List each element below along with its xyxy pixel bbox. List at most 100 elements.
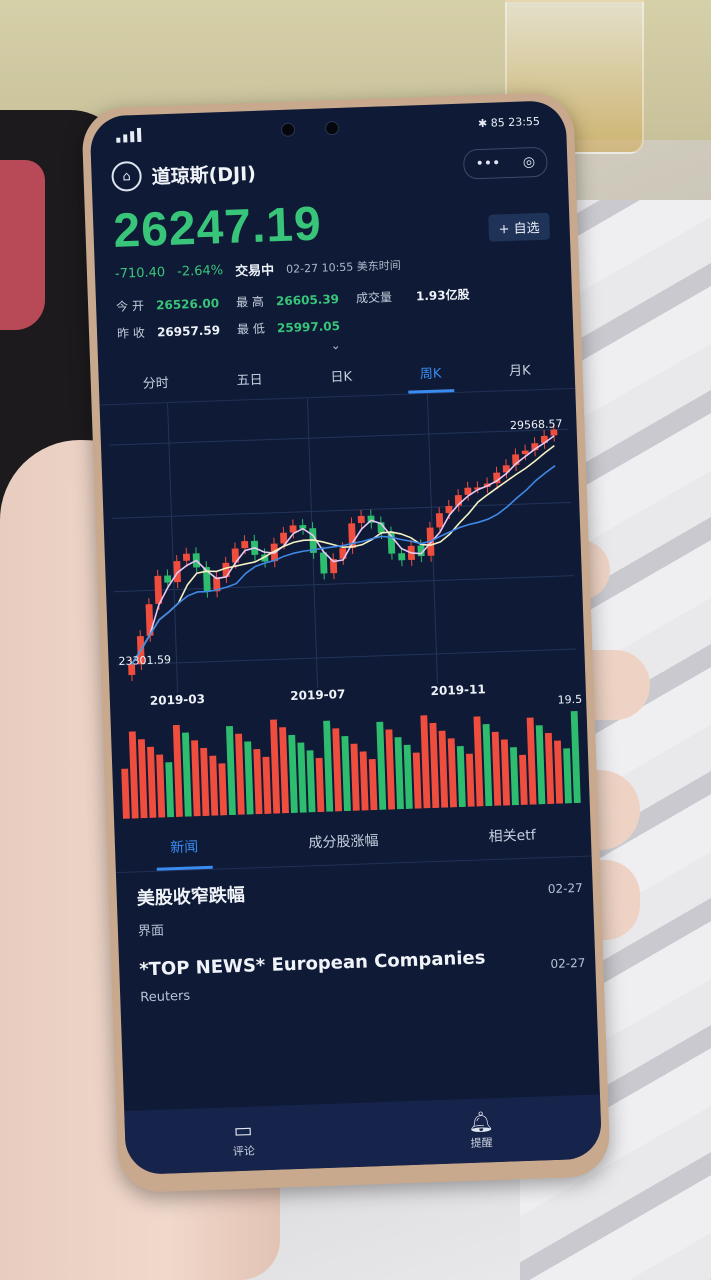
volume-svg xyxy=(121,710,581,819)
grid-line xyxy=(167,403,179,693)
open-label: 今 开 xyxy=(115,298,145,314)
volume-bar xyxy=(491,731,502,806)
prev-close-label: 昨 收 xyxy=(116,325,146,341)
volume-bar xyxy=(235,733,245,815)
volume-value: 1.93亿股 xyxy=(415,287,470,304)
chart-max-label: 29568.57 xyxy=(509,417,563,433)
volume-bar xyxy=(270,719,281,814)
candle xyxy=(435,513,444,528)
candlestick-chart[interactable]: 29568.57 23301.59 xyxy=(100,389,586,695)
volume-bar xyxy=(156,754,166,818)
volume-bar xyxy=(332,728,343,812)
volume-bar xyxy=(165,762,175,818)
candle xyxy=(241,541,249,549)
volume-bar xyxy=(121,768,130,819)
volume-bar xyxy=(341,735,351,812)
candle xyxy=(182,553,191,561)
bluetooth-icon: ✱ xyxy=(477,116,488,130)
volume-bar xyxy=(172,724,183,818)
volume-bar xyxy=(244,741,254,815)
candle xyxy=(164,575,172,583)
more-icon[interactable]: ••• xyxy=(475,155,500,172)
volume-bar xyxy=(128,731,139,819)
close-icon[interactable]: ◎ xyxy=(523,154,536,170)
volume-bar xyxy=(447,738,457,808)
price-change: -710.40 xyxy=(114,265,166,282)
volume-bar xyxy=(181,732,192,817)
tab-weekly-k[interactable]: 周K xyxy=(407,354,454,394)
comment-label: 评论 xyxy=(232,1143,256,1158)
volume-bar xyxy=(368,759,378,811)
page-title: 道琼斯(DJI) xyxy=(151,162,257,188)
status-right: ✱ 85 23:55 xyxy=(478,114,540,129)
volume-bar xyxy=(420,715,431,809)
volume-bar xyxy=(226,725,236,816)
volume-bar xyxy=(385,729,396,810)
volume-bar xyxy=(323,720,334,812)
signal-icon xyxy=(116,127,142,143)
phone-screen: ✱ 85 23:55 ⌂ 道琼斯(DJI) ••• ◎ 26247.19 + 自… xyxy=(89,100,603,1175)
volume-bar xyxy=(137,739,148,819)
quote-timestamp: 02-27 10:55 美东时间 xyxy=(285,258,401,276)
tab-etf[interactable]: 相关etf xyxy=(474,818,550,860)
volume-bar xyxy=(279,727,289,814)
volume-bar xyxy=(429,722,440,809)
volume-bar xyxy=(554,740,564,804)
news-date: 02-27 xyxy=(547,880,583,897)
add-watchlist-button[interactable]: + 自选 xyxy=(488,212,551,242)
tab-news[interactable]: 新闻 xyxy=(155,829,213,871)
chart-min-label: 23301.59 xyxy=(118,653,172,668)
volume-bar xyxy=(200,747,210,817)
volume-bar xyxy=(376,721,387,810)
remind-button[interactable]: 🔔︎ 提醒 xyxy=(468,1109,495,1151)
volume-bar xyxy=(563,748,572,804)
high-label: 最 高 xyxy=(235,294,265,310)
volume-bar xyxy=(403,744,413,810)
volume-bar xyxy=(191,740,201,817)
status-time: 23:55 xyxy=(507,114,541,129)
comment-icon: ▭ xyxy=(233,1117,253,1142)
volume-bar xyxy=(306,750,316,813)
tab-monthly-k[interactable]: 月K xyxy=(497,351,544,391)
home-icon[interactable]: ⌂ xyxy=(111,160,143,192)
volume-bar xyxy=(456,745,466,808)
volume-bar xyxy=(350,743,360,811)
low-label: 最 低 xyxy=(236,321,266,337)
volume-bar xyxy=(500,739,511,806)
camera-cutout xyxy=(280,120,339,137)
open-value: 26526.00 xyxy=(155,295,220,312)
tab-intraday[interactable]: 分时 xyxy=(130,364,181,404)
volume-bar xyxy=(482,724,493,807)
candle xyxy=(521,450,529,455)
volume-bar xyxy=(262,756,272,814)
volume-bar xyxy=(315,757,325,813)
comment-button[interactable]: ▭ 评论 xyxy=(232,1117,256,1159)
volume-bar xyxy=(253,749,263,815)
grid-line xyxy=(116,648,577,666)
news-title: *TOP NEWS* European Companies xyxy=(138,947,486,981)
phone: ✱ 85 23:55 ⌂ 道琼斯(DJI) ••• ◎ 26247.19 + 自… xyxy=(81,91,611,1194)
battery-level: 85 xyxy=(490,115,505,130)
volume-bar xyxy=(473,716,484,807)
volume-bar xyxy=(297,742,307,813)
remind-label: 提醒 xyxy=(470,1135,493,1150)
volume-bar xyxy=(147,746,157,818)
news-title: 美股收窄跌幅 xyxy=(136,884,246,910)
tab-daily-k[interactable]: 日K xyxy=(318,357,365,397)
candle xyxy=(398,553,406,561)
tab-five-day[interactable]: 五日 xyxy=(224,360,275,400)
volume-bar xyxy=(509,747,519,806)
news-date: 02-27 xyxy=(550,955,586,972)
volume-bar xyxy=(359,751,369,811)
bottom-toolbar: ▭ 评论 🔔︎ 提醒 xyxy=(124,1094,603,1175)
grid-line xyxy=(114,575,574,593)
tab-components[interactable]: 成分股涨幅 xyxy=(294,824,393,866)
high-value: 26605.39 xyxy=(275,291,340,308)
volume-bar xyxy=(535,725,546,805)
background-cloth-red xyxy=(0,160,45,330)
volume-bar xyxy=(570,710,581,804)
volume-bar xyxy=(209,755,219,816)
volume-bar xyxy=(394,737,404,810)
low-value: 25997.05 xyxy=(276,318,341,335)
volume-label: 成交量 xyxy=(355,290,393,306)
